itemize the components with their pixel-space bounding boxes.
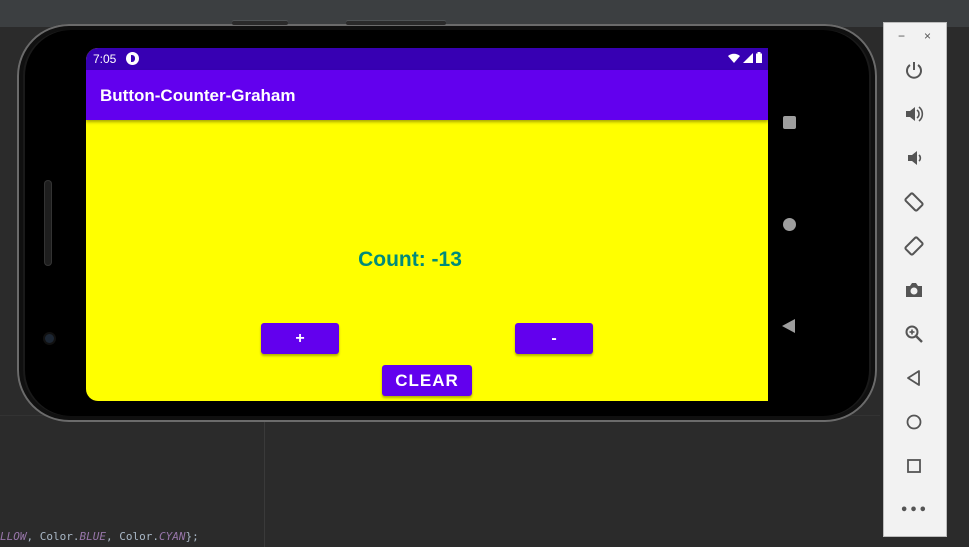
volume-up-button[interactable] — [899, 99, 929, 129]
code-token: , Color. — [26, 530, 80, 543]
close-button[interactable]: × — [924, 29, 931, 43]
code-token: , Color. — [105, 530, 159, 543]
code-token: CYAN — [158, 530, 186, 543]
overview-button[interactable] — [899, 451, 929, 481]
code-token: LLOW — [0, 530, 27, 543]
app-bar: Button-Counter-Graham — [86, 70, 768, 120]
power-button[interactable] — [899, 55, 929, 85]
device-camera — [45, 334, 54, 343]
rotate-left-button[interactable] — [899, 187, 929, 217]
increment-button[interactable]: + — [261, 323, 339, 354]
camera-icon — [906, 283, 922, 297]
rotate-right-icon — [904, 236, 924, 256]
code-token: BLUE — [79, 530, 106, 543]
wifi-icon — [728, 53, 740, 63]
ide-top-bar — [0, 0, 969, 27]
ide-divider — [264, 415, 265, 547]
home-button[interactable] — [899, 407, 929, 437]
status-time: 7:05 — [93, 52, 117, 66]
status-bar: 7:05 — [86, 48, 768, 70]
more-button[interactable]: ••• — [899, 495, 929, 525]
zoom-icon — [905, 325, 923, 343]
battery-icon — [756, 52, 762, 63]
screenshot-button[interactable] — [899, 275, 929, 305]
device-side-button[interactable] — [232, 21, 288, 25]
clear-button[interactable]: CLEAR — [382, 365, 472, 396]
system-icons — [728, 52, 762, 63]
back-button[interactable] — [899, 363, 929, 393]
app-title: Button-Counter-Graham — [100, 86, 296, 105]
power-icon — [906, 62, 922, 79]
emulator-toolbar: − × ••• — [883, 22, 947, 537]
overview-nav-button[interactable] — [783, 116, 796, 129]
volume-down-button[interactable] — [899, 143, 929, 173]
signal-icon — [743, 52, 753, 63]
device-screen[interactable]: 7:05 Button-Counter-Graham Count: -13 + … — [86, 48, 768, 401]
count-label: Count: -13 — [358, 248, 462, 271]
device-speaker — [44, 180, 52, 266]
home-nav-button[interactable] — [783, 218, 796, 231]
back-nav-button[interactable] — [782, 319, 795, 333]
notification-icon — [126, 52, 139, 65]
device-volume-button[interactable] — [346, 21, 446, 25]
overview-icon — [907, 459, 921, 473]
back-icon — [907, 370, 920, 386]
code-token: }; — [185, 530, 199, 543]
decrement-button[interactable]: - — [515, 323, 593, 354]
code-line: LLOW, Color.BLUE, Color.CYAN}; — [0, 530, 199, 543]
rotate-right-button[interactable] — [899, 231, 929, 261]
volume-down-icon — [908, 151, 922, 165]
rotate-left-icon — [904, 192, 924, 212]
zoom-button[interactable] — [899, 319, 929, 349]
home-icon — [906, 414, 922, 430]
volume-up-icon — [906, 106, 924, 122]
minimize-button[interactable]: − — [898, 29, 905, 43]
